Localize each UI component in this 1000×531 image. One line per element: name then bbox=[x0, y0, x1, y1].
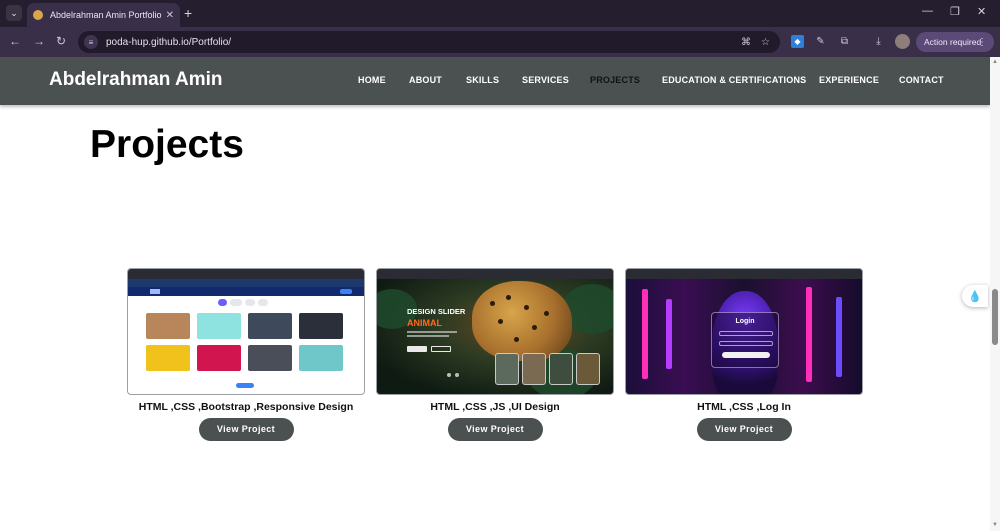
thumbnail-navbar bbox=[128, 287, 364, 296]
thumbnail-filter-pills bbox=[218, 299, 278, 306]
bookmark-star-icon[interactable]: ☆ bbox=[761, 37, 770, 48]
scroll-down-icon[interactable]: ▼ bbox=[992, 522, 998, 528]
thumbnail-button bbox=[431, 346, 451, 352]
forward-icon[interactable]: → bbox=[33, 34, 45, 48]
url-text[interactable]: poda-hup.github.io/Portfolio/ bbox=[106, 37, 741, 48]
site-info-icon[interactable]: ≡ bbox=[84, 35, 98, 49]
nav-education-certifications[interactable]: EDUCATION & CERTIFICATIONS bbox=[662, 75, 806, 85]
nav-services[interactable]: SERVICES bbox=[522, 75, 569, 85]
tab-search-icon[interactable]: ⌄ bbox=[6, 5, 22, 21]
download-icon[interactable]: ⤓ bbox=[872, 35, 885, 48]
thumbnail-url-bar bbox=[128, 279, 364, 287]
thumbnail-logo bbox=[150, 289, 160, 294]
thumbnail-tile bbox=[197, 313, 241, 339]
eyedropper-icon[interactable]: ✎ bbox=[814, 35, 827, 48]
thumbnail-mini-card bbox=[549, 353, 573, 385]
address-bar[interactable]: ≡ poda-hup.github.io/Portfolio/ ⌘ ☆ bbox=[78, 31, 780, 53]
minimize-icon[interactable]: — bbox=[922, 5, 933, 17]
project-card: Login HTML ,CSS ,Log In View Project bbox=[625, 268, 863, 441]
thumbnail-login-box: Login bbox=[711, 312, 779, 368]
nav-skills[interactable]: SKILLS bbox=[466, 75, 499, 85]
nav-projects[interactable]: PROJECTS bbox=[590, 75, 640, 85]
thumbnail-browser-bar bbox=[377, 269, 613, 279]
view-project-button[interactable]: View Project bbox=[696, 418, 792, 441]
scrollbar-thumb[interactable] bbox=[992, 289, 998, 345]
thumbnail-tile bbox=[146, 313, 190, 339]
project-thumbnail[interactable] bbox=[127, 268, 365, 395]
project-caption: HTML ,CSS ,JS ,UI Design bbox=[430, 401, 560, 413]
thumbnail-login-title: Login bbox=[735, 318, 755, 325]
thumbnail-mini-card bbox=[576, 353, 600, 385]
project-caption: HTML ,CSS ,Log In bbox=[697, 401, 791, 413]
thumbnail-nav-button bbox=[340, 289, 352, 294]
translate-icon[interactable]: ⌘ bbox=[741, 37, 751, 48]
favicon-icon bbox=[33, 10, 43, 20]
close-icon[interactable]: ✕ bbox=[977, 5, 986, 18]
page-scrollbar[interactable]: ▲ ▼ bbox=[990, 57, 1000, 531]
site-header: Abdelrahman Amin HOME ABOUT SKILLS SERVI… bbox=[0, 57, 990, 105]
action-required-button[interactable]: Action required ⋮ bbox=[916, 32, 994, 52]
view-project-button[interactable]: View Project bbox=[447, 418, 543, 441]
action-required-label: Action required bbox=[924, 37, 982, 47]
extension-icon[interactable]: ◆ bbox=[791, 35, 804, 48]
restore-icon[interactable]: ❐ bbox=[950, 5, 960, 18]
thumbnail-browser-bar bbox=[128, 269, 364, 279]
thumbnail-tile bbox=[197, 345, 241, 371]
section-title: Projects bbox=[90, 123, 244, 166]
project-caption: HTML ,CSS ,Bootstrap ,Responsive Design bbox=[138, 401, 354, 413]
thumbnail-slider-title: DESIGN SLIDER bbox=[407, 307, 466, 316]
project-thumbnail[interactable]: Login bbox=[625, 268, 863, 395]
thumbnail-browser-bar bbox=[626, 269, 862, 279]
puzzle-icon[interactable]: ⧉ bbox=[838, 35, 851, 48]
browser-tab[interactable]: Abdelrahman Amin Portfolio ✕ bbox=[27, 3, 180, 27]
nav-experience[interactable]: EXPERIENCE bbox=[819, 75, 879, 85]
thumbnail-jaguar bbox=[472, 281, 572, 361]
menu-dots-icon[interactable]: ⋮ bbox=[977, 37, 987, 48]
thumbnail-slider-subtitle: ANIMAL bbox=[407, 318, 442, 328]
profile-avatar[interactable] bbox=[895, 34, 910, 49]
view-project-button[interactable]: View Project bbox=[198, 418, 294, 441]
thumbnail-button bbox=[407, 346, 427, 352]
thumbnail-load-more bbox=[236, 383, 254, 388]
thumbnail-tile bbox=[299, 313, 343, 339]
scroll-up-icon[interactable]: ▲ bbox=[992, 59, 998, 65]
site-brand[interactable]: Abdelrahman Amin bbox=[49, 69, 223, 91]
thumbnail-mini-card bbox=[495, 353, 519, 385]
thumbnail-tile bbox=[146, 345, 190, 371]
tab-close-icon[interactable]: ✕ bbox=[166, 10, 174, 21]
nav-home[interactable]: HOME bbox=[358, 75, 386, 85]
tab-title: Abdelrahman Amin Portfolio bbox=[50, 10, 162, 20]
project-card: HTML ,CSS ,Bootstrap ,Responsive Design … bbox=[127, 268, 365, 441]
nav-contact[interactable]: CONTACT bbox=[899, 75, 944, 85]
new-tab-button[interactable]: + bbox=[184, 5, 192, 21]
floating-drop-icon[interactable]: 💧 bbox=[962, 285, 988, 307]
project-card: DESIGN SLIDER ANIMAL HTML ,CSS ,JS ,UI D… bbox=[376, 268, 614, 441]
thumbnail-tile bbox=[248, 313, 292, 339]
thumbnail-tile bbox=[248, 345, 292, 371]
browser-tab-bar: ⌄ Abdelrahman Amin Portfolio ✕ + — ❐ ✕ bbox=[0, 0, 1000, 27]
nav-about[interactable]: ABOUT bbox=[409, 75, 442, 85]
thumbnail-mini-card bbox=[522, 353, 546, 385]
browser-toolbar: ← → ↻ ≡ poda-hup.github.io/Portfolio/ ⌘ … bbox=[0, 27, 1000, 57]
project-thumbnail[interactable]: DESIGN SLIDER ANIMAL bbox=[376, 268, 614, 395]
thumbnail-tile bbox=[299, 345, 343, 371]
back-icon[interactable]: ← bbox=[9, 34, 21, 48]
reload-icon[interactable]: ↻ bbox=[56, 34, 66, 48]
